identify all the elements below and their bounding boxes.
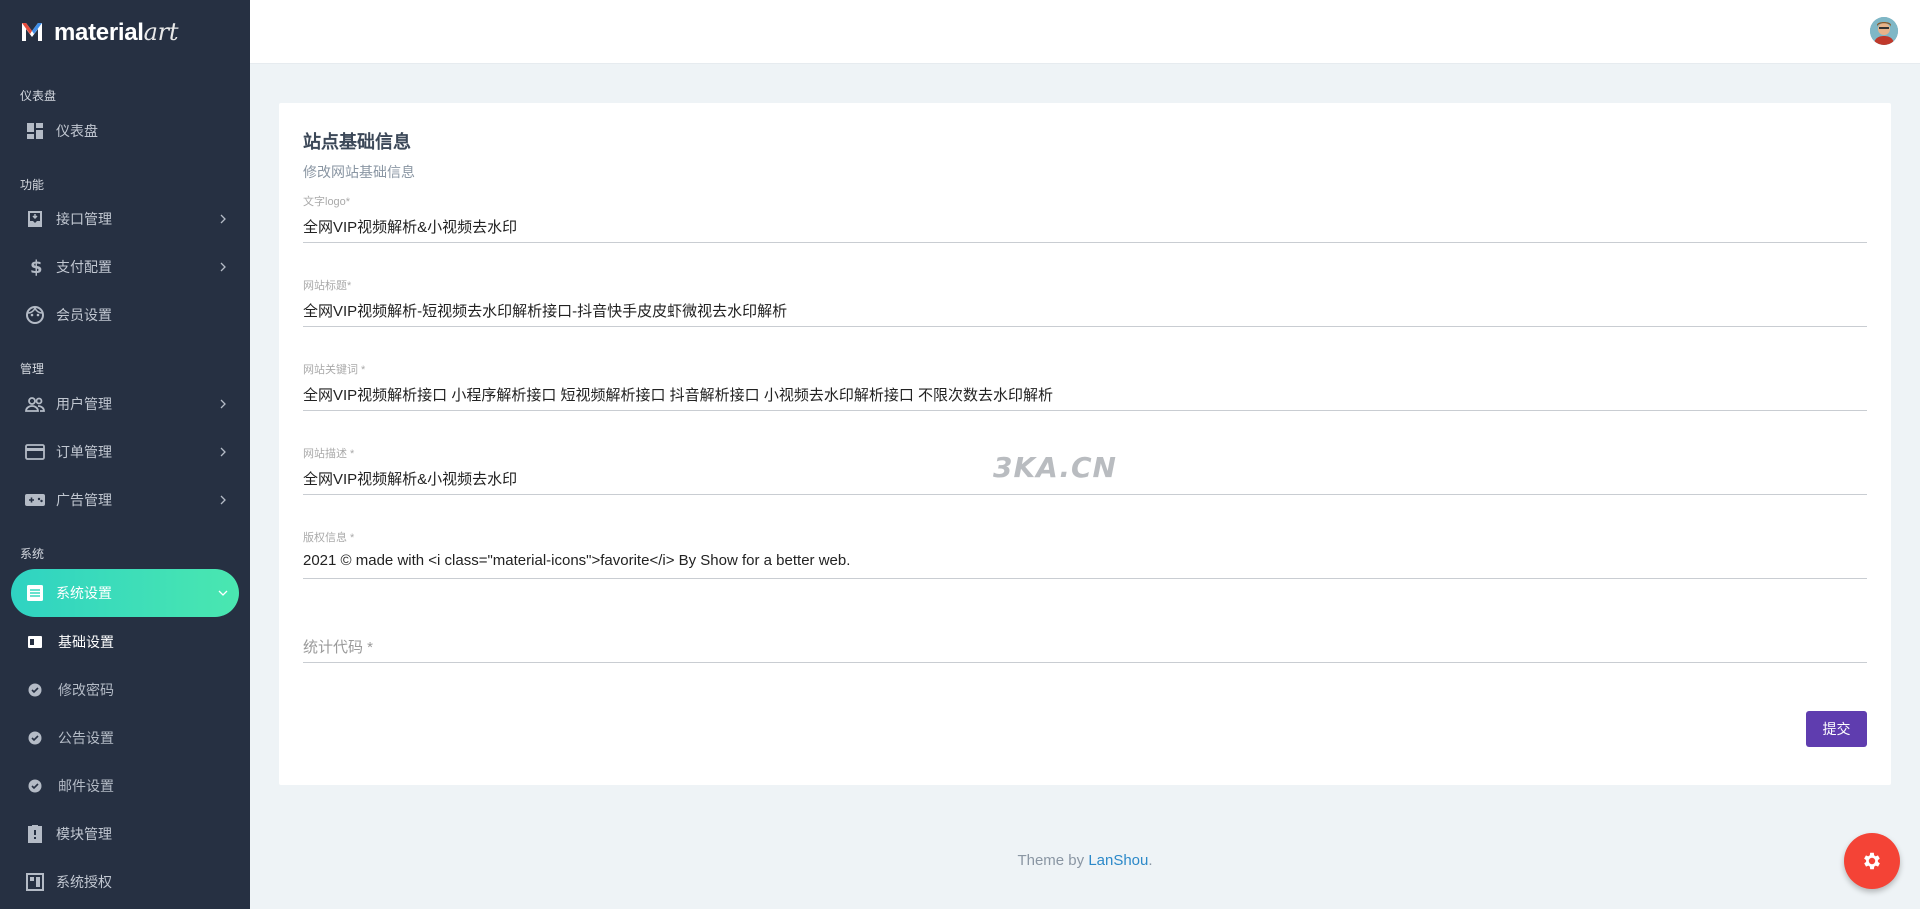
- brand-name: materialart: [54, 17, 179, 46]
- field-value[interactable]: 全网VIP视频解析&小视频去水印: [303, 468, 517, 489]
- chevron-down-icon: [218, 590, 228, 596]
- sidebar-item-api[interactable]: 接口管理: [0, 195, 250, 243]
- sidebar-item-license[interactable]: 系统授权: [0, 858, 250, 906]
- field-label: 网站标题*: [303, 280, 352, 292]
- section-label-features: 功能: [20, 178, 45, 192]
- sidebar-item-label: 系统授权: [56, 874, 112, 890]
- sidebar-subitem-label: 公告设置: [58, 730, 114, 746]
- chevron-right-icon: [220, 214, 226, 224]
- gamepad-icon: [24, 489, 46, 511]
- sidebar-subitem-label: 基础设置: [58, 634, 114, 650]
- dashboard-icon: [24, 120, 46, 142]
- extension-icon: [24, 823, 46, 845]
- chevron-right-icon: [220, 262, 226, 272]
- logo-text-field[interactable]: 文字logo* 全网VIP视频解析&小视频去水印: [303, 193, 1867, 243]
- field-label: 网站关键词 *: [303, 364, 366, 376]
- field-label: 版权信息 *: [303, 532, 355, 544]
- sidebar-item-ads[interactable]: 广告管理: [0, 476, 250, 524]
- section-label-system: 系统: [20, 547, 45, 561]
- credit-card-icon: [24, 441, 46, 463]
- sidebar-item-orders[interactable]: 订单管理: [0, 428, 250, 476]
- chevron-right-icon: [220, 399, 226, 409]
- field-label: 网站描述 *: [303, 448, 355, 460]
- sidebar-item-label: 用户管理: [56, 396, 112, 412]
- sidebar-subitem-password[interactable]: 修改密码: [0, 666, 250, 714]
- watermark: 3KA.CN: [993, 451, 1117, 484]
- section-label-dashboard: 仪表盘: [20, 89, 57, 103]
- face-icon: [24, 304, 46, 326]
- sidebar-item-modules[interactable]: 模块管理: [0, 810, 250, 858]
- top-bar: [250, 0, 1920, 64]
- sidebar-item-label: 订单管理: [56, 444, 112, 460]
- copyright-field[interactable]: 版权信息 * 2021 © made with <i class="materi…: [303, 529, 1867, 579]
- sidebar-item-system-settings[interactable]: 系统设置: [11, 569, 239, 617]
- inbox-icon: [24, 208, 46, 230]
- dollar-icon: $: [24, 256, 46, 278]
- sidebar: materialart 仪表盘 仪表盘 功能 接口管理 $ 支付配置 会员设置 …: [0, 0, 250, 909]
- footer-link[interactable]: LanShou: [1088, 852, 1148, 869]
- user-avatar[interactable]: [1870, 17, 1898, 45]
- field-value[interactable]: 全网VIP视频解析-短视频去水印解析接口-抖音快手皮皮虾微视去水印解析: [303, 300, 787, 321]
- gear-icon: [1864, 852, 1880, 870]
- sidebar-item-dashboard[interactable]: 仪表盘: [0, 107, 250, 155]
- submit-button[interactable]: 提交: [1806, 711, 1867, 747]
- settings-fab[interactable]: [1844, 833, 1900, 889]
- footer-prefix: Theme by: [1017, 852, 1089, 869]
- sidebar-subitem-label: 修改密码: [58, 682, 114, 698]
- chevron-right-icon: [220, 495, 226, 505]
- logo-icon: [22, 23, 42, 41]
- license-icon: [24, 871, 46, 893]
- people-icon: [24, 393, 46, 415]
- avatar-image: [1870, 17, 1898, 45]
- sidebar-item-label: 仪表盘: [56, 123, 98, 139]
- sidebar-item-member[interactable]: 会员设置: [0, 291, 250, 339]
- sidebar-item-label: 模块管理: [56, 826, 112, 842]
- site-info-card: 站点基础信息 修改网站基础信息 文字logo* 全网VIP视频解析&小视频去水印…: [279, 103, 1891, 785]
- id-card-icon: [28, 635, 42, 649]
- field-value[interactable]: 2021 © made with <i class="material-icon…: [303, 552, 850, 569]
- sidebar-item-label: 会员设置: [56, 307, 112, 323]
- field-value[interactable]: 全网VIP视频解析&小视频去水印: [303, 216, 517, 237]
- site-keywords-field[interactable]: 网站关键词 * 全网VIP视频解析接口 小程序解析接口 短视频解析接口 抖音解析…: [303, 361, 1867, 411]
- sidebar-item-payment[interactable]: $ 支付配置: [0, 243, 250, 291]
- field-placeholder: 统计代码 *: [303, 639, 374, 656]
- brand[interactable]: materialart: [0, 0, 250, 64]
- sidebar-item-label: 支付配置: [56, 259, 112, 275]
- sidebar-item-label: 接口管理: [56, 211, 112, 227]
- sidebar-subitem-basic[interactable]: 基础设置: [0, 618, 250, 666]
- sidebar-subitem-notice[interactable]: 公告设置: [0, 714, 250, 762]
- card-subtitle: 修改网站基础信息: [303, 164, 415, 180]
- sidebar-item-label: 系统设置: [56, 585, 112, 601]
- footer: Theme by LanShou.: [250, 852, 1920, 869]
- check-circle-icon: [28, 683, 42, 697]
- sidebar-item-label: 广告管理: [56, 492, 112, 508]
- card-title: 站点基础信息: [303, 132, 411, 152]
- footer-suffix: .: [1148, 852, 1153, 869]
- stats-code-field[interactable]: 统计代码 *: [303, 613, 1867, 663]
- check-circle-icon: [28, 779, 42, 793]
- sidebar-subitem-mail[interactable]: 邮件设置: [0, 762, 250, 810]
- sidebar-item-users[interactable]: 用户管理: [0, 380, 250, 428]
- site-title-field[interactable]: 网站标题* 全网VIP视频解析-短视频去水印解析接口-抖音快手皮皮虾微视去水印解…: [303, 277, 1867, 327]
- chevron-right-icon: [220, 447, 226, 457]
- check-circle-icon: [28, 731, 42, 745]
- field-label: 文字logo*: [303, 196, 351, 208]
- list-icon: [24, 582, 46, 604]
- field-value[interactable]: 全网VIP视频解析接口 小程序解析接口 短视频解析接口 抖音解析接口 小视频去水…: [303, 384, 1053, 405]
- sidebar-subitem-label: 邮件设置: [58, 778, 114, 794]
- section-label-manage: 管理: [20, 362, 45, 376]
- svg-text:$: $: [30, 257, 43, 277]
